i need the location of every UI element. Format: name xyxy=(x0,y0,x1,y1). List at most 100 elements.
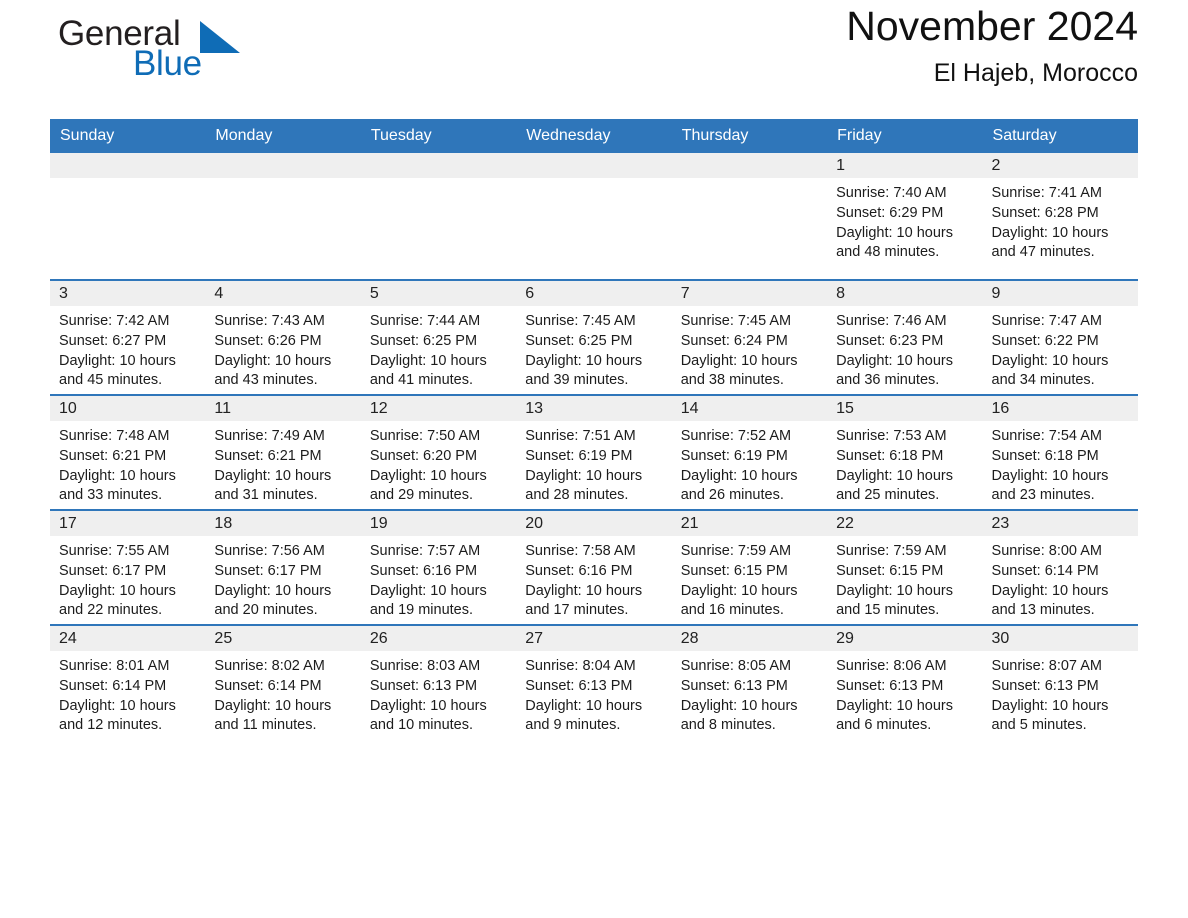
sunrise-time: Sunrise: 8:02 AM xyxy=(214,658,325,674)
day-number: 15 xyxy=(827,396,983,421)
sunset-time: Sunset: 6:13 PM xyxy=(991,677,1099,694)
calendar-cell-day[interactable]: 11 Sunrise: 7:49 AM Sunset: 6:21 PM Dayligh… xyxy=(205,394,361,510)
sunset-time: Sunset: 6:25 PM xyxy=(525,332,633,349)
day-details: Sunrise: 7:42 AM Sunset: 6:27 PM Daylight:… xyxy=(50,306,205,391)
day-details: Sunrise: 7:47 AM Sunset: 6:22 PM Daylight:… xyxy=(983,306,1138,391)
sunrise-time: Sunrise: 7:45 AM xyxy=(525,313,636,329)
sunset-time: Sunset: 6:18 PM xyxy=(991,447,1099,464)
calendar-cell-day[interactable]: 9 Sunrise: 7:47 AM Sunset: 6:22 PM Daylight… xyxy=(982,279,1138,395)
page-header: General Blue November 2024 El Hajeb, Mor… xyxy=(50,0,1138,110)
calendar-cell-day[interactable]: 20 Sunrise: 7:58 AM Sunset: 6:16 PM Dayligh… xyxy=(516,509,672,625)
daylight-duration-line2: and 45 minutes. xyxy=(59,372,163,389)
day-number: 20 xyxy=(516,511,672,536)
sunset-time: Sunset: 6:19 PM xyxy=(680,447,788,464)
calendar-cell-day[interactable]: 1 Sunrise: 7:40 AM Sunset: 6:29 PM Daylight… xyxy=(827,153,983,280)
sunset-time: Sunset: 6:23 PM xyxy=(836,332,944,349)
calendar-cell-day[interactable]: 22 Sunrise: 7:59 AM Sunset: 6:15 PM Dayligh… xyxy=(827,509,983,625)
daylight-duration-line2: and 5 minutes. xyxy=(991,717,1087,734)
calendar-cell-day[interactable]: 30 Sunrise: 8:07 AM Sunset: 6:13 PM Dayligh… xyxy=(982,624,1138,739)
daylight-duration-line2: and 8 minutes. xyxy=(680,717,776,734)
calendar-page: General Blue November 2024 El Hajeb, Mor… xyxy=(0,0,1188,918)
sunset-time: Sunset: 6:13 PM xyxy=(525,677,633,694)
calendar-cell-day[interactable]: 26 Sunrise: 8:03 AM Sunset: 6:13 PM Dayligh… xyxy=(360,624,517,739)
daylight-duration-line2: and 13 minutes. xyxy=(991,602,1095,619)
day-number: 21 xyxy=(671,511,828,536)
day-details: Sunrise: 8:00 AM Sunset: 6:14 PM Daylight:… xyxy=(983,536,1138,621)
daylight-duration-line2: and 26 minutes. xyxy=(680,487,784,504)
daylight-duration-line2: and 25 minutes. xyxy=(836,487,940,504)
calendar-cell-day[interactable]: 4 Sunrise: 7:43 AM Sunset: 6:26 PM Daylight… xyxy=(205,279,361,395)
sunset-time: Sunset: 6:15 PM xyxy=(680,562,788,579)
calendar-cell-empty xyxy=(50,153,206,280)
sunrise-time: Sunrise: 7:44 AM xyxy=(369,313,481,329)
sunrise-time: Sunrise: 7:45 AM xyxy=(680,313,792,329)
calendar-cell-day[interactable]: 13 Sunrise: 7:51 AM Sunset: 6:19 PM Dayligh… xyxy=(516,394,672,510)
day-number: 26 xyxy=(360,626,517,651)
day-details: Sunrise: 7:48 AM Sunset: 6:21 PM Daylight:… xyxy=(50,421,205,506)
daylight-duration-line1: Daylight: 10 hours xyxy=(369,697,487,714)
daylight-duration-line1: Daylight: 10 hours xyxy=(369,582,487,599)
daylight-duration-line1: Daylight: 10 hours xyxy=(680,467,798,484)
calendar-cell-day[interactable]: 19 Sunrise: 7:57 AM Sunset: 6:16 PM Dayligh… xyxy=(360,509,517,625)
sunrise-time: Sunrise: 7:46 AM xyxy=(836,313,947,329)
day-number: 25 xyxy=(205,626,361,651)
calendar-cell-day[interactable]: 27 Sunrise: 8:04 AM Sunset: 6:13 PM Dayligh… xyxy=(516,624,672,739)
day-number: 28 xyxy=(671,626,828,651)
day-details: Sunrise: 7:49 AM Sunset: 6:21 PM Daylight:… xyxy=(205,421,360,506)
day-number: 1 xyxy=(827,153,983,178)
calendar-cell-day[interactable]: 23 Sunrise: 8:00 AM Sunset: 6:14 PM Dayligh… xyxy=(982,509,1138,625)
day-number: 8 xyxy=(827,281,983,306)
daylight-duration-line1: Daylight: 10 hours xyxy=(214,352,332,369)
weekday-header-sunday: Sunday xyxy=(50,119,206,153)
weekday-header-wednesday: Wednesday xyxy=(516,119,672,153)
calendar-cell-day[interactable]: 12 Sunrise: 7:50 AM Sunset: 6:20 PM Dayligh… xyxy=(360,394,517,510)
daylight-duration-line1: Daylight: 10 hours xyxy=(991,697,1109,714)
daylight-duration-line2: and 33 minutes. xyxy=(59,487,163,504)
day-number: 13 xyxy=(516,396,672,421)
calendar-cell-day[interactable]: 28 Sunrise: 8:05 AM Sunset: 6:13 PM Dayligh… xyxy=(671,624,828,739)
calendar-cell-day[interactable]: 16 Sunrise: 7:54 AM Sunset: 6:18 PM Dayligh… xyxy=(982,394,1138,510)
day-details: Sunrise: 7:50 AM Sunset: 6:20 PM Daylight:… xyxy=(361,421,516,506)
daylight-duration-line2: and 23 minutes. xyxy=(991,487,1095,504)
calendar-cell-day[interactable]: 10 Sunrise: 7:48 AM Sunset: 6:21 PM Dayligh… xyxy=(50,394,206,510)
calendar-cell-day[interactable]: 14 Sunrise: 7:52 AM Sunset: 6:19 PM Dayligh… xyxy=(671,394,828,510)
day-details: Sunrise: 7:58 AM Sunset: 6:16 PM Daylight:… xyxy=(516,536,671,621)
calendar-cell-day[interactable]: 21 Sunrise: 7:59 AM Sunset: 6:15 PM Dayligh… xyxy=(671,509,828,625)
day-number xyxy=(360,153,517,178)
sunset-time: Sunset: 6:25 PM xyxy=(369,332,478,349)
calendar-cell-day[interactable]: 15 Sunrise: 7:53 AM Sunset: 6:18 PM Dayligh… xyxy=(827,394,983,510)
sunset-time: Sunset: 6:14 PM xyxy=(991,562,1099,579)
sunrise-time: Sunrise: 8:05 AM xyxy=(680,658,792,674)
calendar-cell-day[interactable]: 2 Sunrise: 7:41 AM Sunset: 6:28 PM Daylight… xyxy=(982,153,1138,280)
daylight-duration-line1: Daylight: 10 hours xyxy=(525,352,643,369)
day-details: Sunrise: 7:59 AM Sunset: 6:15 PM Daylight:… xyxy=(827,536,982,621)
day-number: 12 xyxy=(360,396,517,421)
day-number: 16 xyxy=(982,396,1138,421)
title-block: November 2024 El Hajeb, Morocco xyxy=(846,0,1138,88)
day-number: 29 xyxy=(827,626,983,651)
calendar-cell-day[interactable]: 29 Sunrise: 8:06 AM Sunset: 6:13 PM Dayligh… xyxy=(827,624,983,739)
day-number: 4 xyxy=(205,281,361,306)
sunrise-time: Sunrise: 7:41 AM xyxy=(991,185,1102,201)
calendar-cell-day[interactable]: 3 Sunrise: 7:42 AM Sunset: 6:27 PM Daylight… xyxy=(50,279,206,395)
page-subtitle-location: El Hajeb, Morocco xyxy=(933,58,1138,87)
calendar-cell-day[interactable]: 18 Sunrise: 7:56 AM Sunset: 6:17 PM Dayligh… xyxy=(205,509,361,625)
calendar-cell-day[interactable]: 24 Sunrise: 8:01 AM Sunset: 6:14 PM Dayligh… xyxy=(50,624,206,739)
calendar-cell-day[interactable]: 5 Sunrise: 7:44 AM Sunset: 6:25 PM Daylight… xyxy=(360,279,517,395)
daylight-duration-line2: and 48 minutes. xyxy=(836,244,940,261)
calendar-cell-day[interactable]: 25 Sunrise: 8:02 AM Sunset: 6:14 PM Dayligh… xyxy=(205,624,361,739)
daylight-duration-line2: and 36 minutes. xyxy=(836,372,940,389)
daylight-duration-line1: Daylight: 10 hours xyxy=(836,582,953,599)
daylight-duration-line2: and 9 minutes. xyxy=(525,717,621,734)
general-blue-logo[interactable]: General Blue xyxy=(50,16,290,94)
daylight-duration-line1: Daylight: 10 hours xyxy=(214,582,332,599)
day-details: Sunrise: 7:55 AM Sunset: 6:17 PM Daylight:… xyxy=(50,536,205,621)
sunset-time: Sunset: 6:22 PM xyxy=(991,332,1099,349)
calendar-cell-day[interactable]: 17 Sunrise: 7:55 AM Sunset: 6:17 PM Dayligh… xyxy=(50,509,206,625)
sunset-time: Sunset: 6:16 PM xyxy=(525,562,633,579)
calendar-cell-day[interactable]: 8 Sunrise: 7:46 AM Sunset: 6:23 PM Daylight… xyxy=(827,279,983,395)
calendar-cell-day[interactable]: 7 Sunrise: 7:45 AM Sunset: 6:24 PM Daylight… xyxy=(671,279,828,395)
day-details: Sunrise: 7:45 AM Sunset: 6:24 PM Daylight:… xyxy=(672,306,827,391)
triangle-flag-icon xyxy=(200,21,240,53)
calendar-cell-day[interactable]: 6 Sunrise: 7:45 AM Sunset: 6:25 PM Daylight… xyxy=(516,279,672,395)
